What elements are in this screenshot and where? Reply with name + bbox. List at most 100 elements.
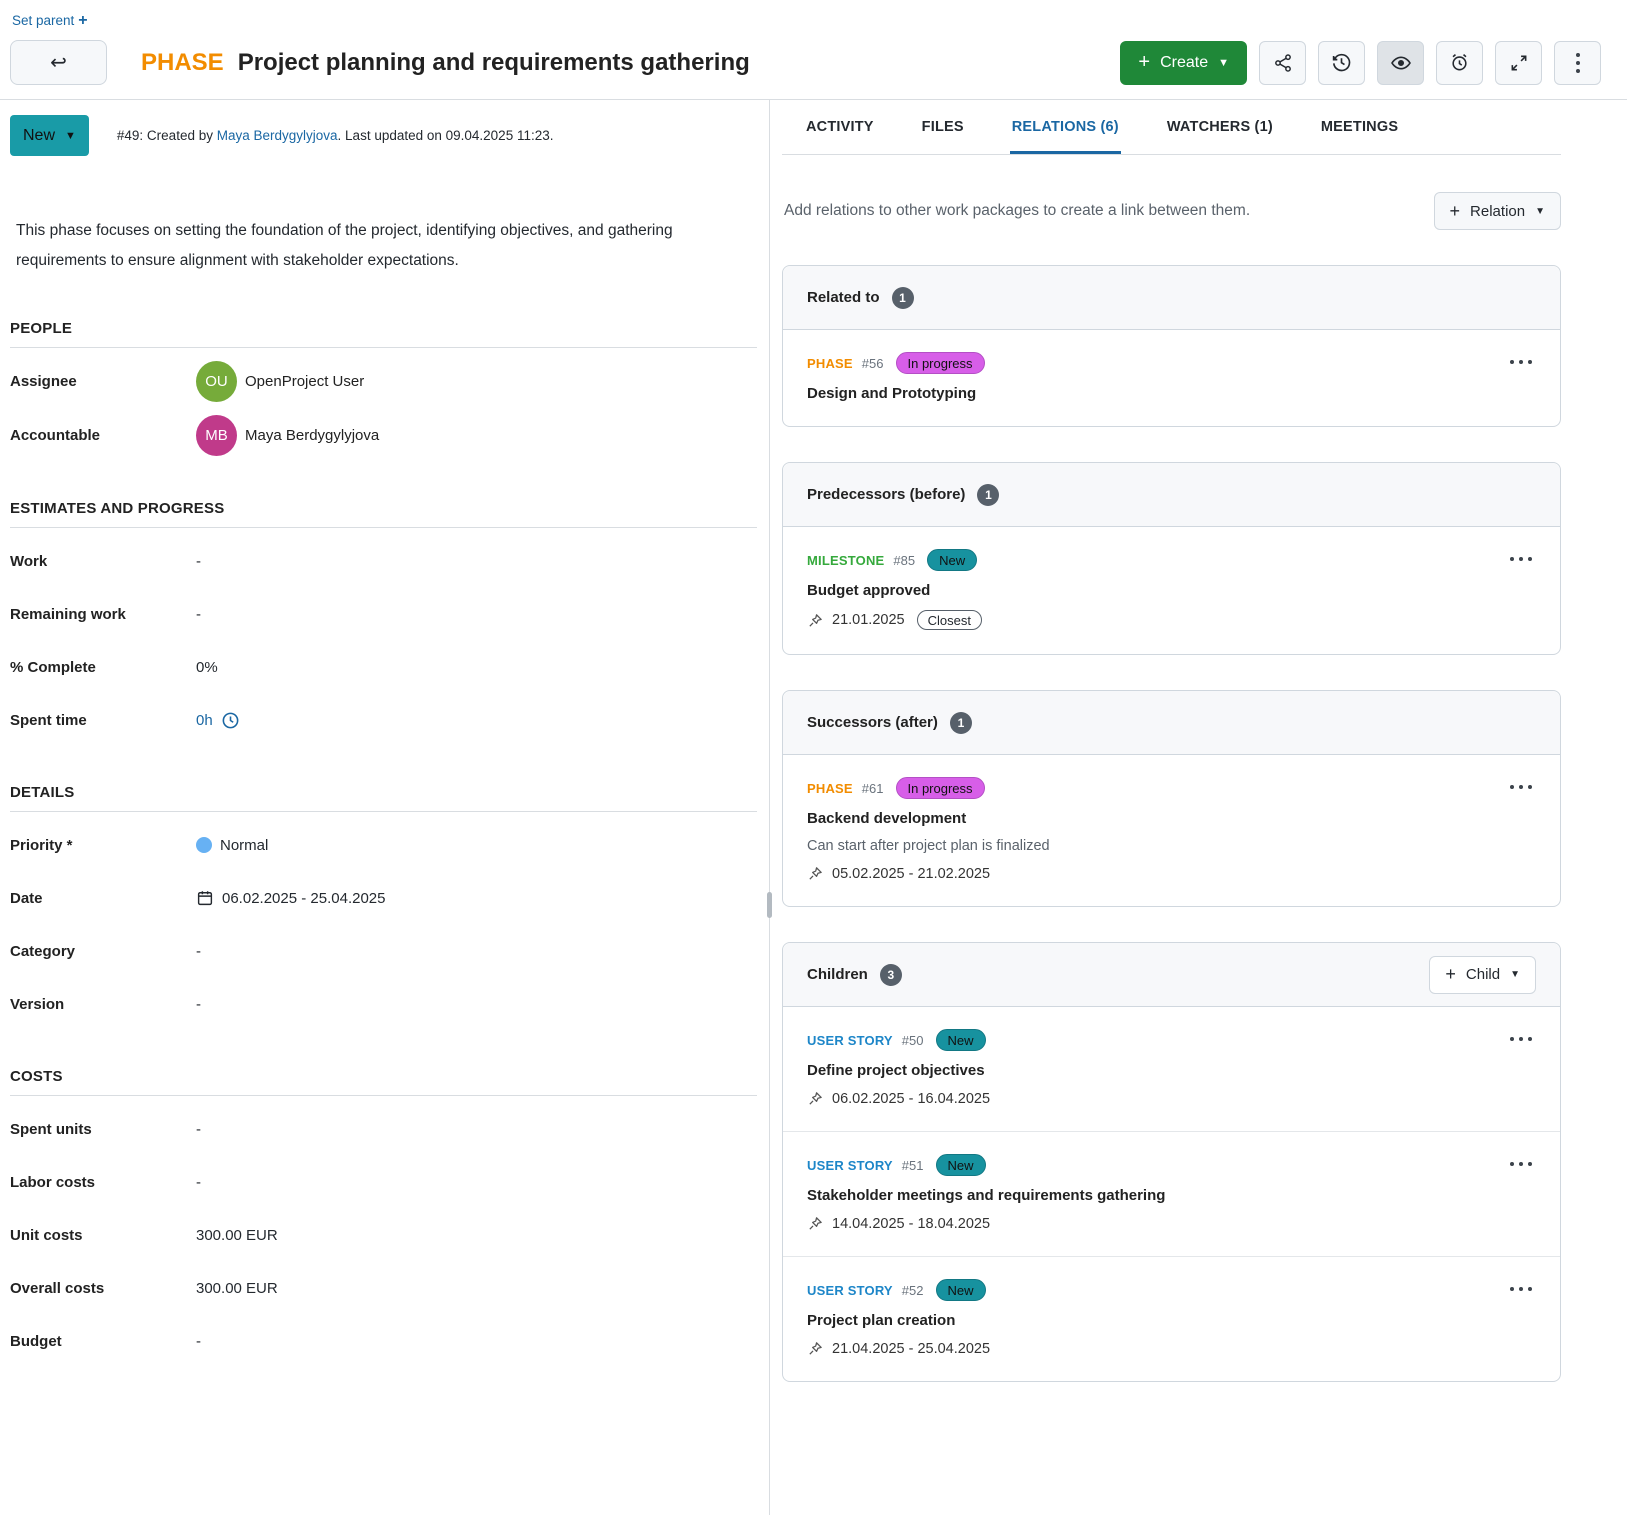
plus-icon: +	[1445, 964, 1456, 985]
closest-badge: Closest	[917, 610, 982, 630]
description-field[interactable]: This phase focuses on setting the founda…	[16, 216, 732, 276]
labor-costs-field[interactable]: -	[196, 1174, 201, 1191]
accountable-name[interactable]: Maya Berdygylyjova	[245, 427, 379, 444]
more-actions-button[interactable]	[1554, 41, 1601, 85]
remaining-work-field[interactable]: -	[196, 606, 201, 623]
work-package-type[interactable]: PHASE	[141, 49, 224, 77]
budget-field[interactable]: -	[196, 1333, 201, 1350]
work-package-type: USER STORY	[807, 1158, 893, 1173]
budget-label: Budget	[10, 1333, 196, 1350]
page-title[interactable]: Project planning and requirements gather…	[238, 49, 750, 77]
category-field[interactable]: -	[196, 943, 201, 960]
log-time-clock-icon[interactable]	[221, 711, 240, 730]
work-package-type: PHASE	[807, 356, 853, 371]
resize-handle[interactable]	[767, 892, 772, 918]
unit-costs-label: Unit costs	[10, 1227, 196, 1244]
priority-value: Normal	[220, 837, 268, 854]
spent-units-field[interactable]: -	[196, 1121, 201, 1138]
version-field[interactable]: -	[196, 996, 201, 1013]
tab-meetings[interactable]: MEETINGS	[1319, 100, 1400, 154]
tab-activity[interactable]: ACTIVITY	[804, 100, 876, 154]
work-package-title-link[interactable]: Budget approved	[807, 582, 1500, 599]
relation-note: Can start after project plan is finalize…	[807, 838, 1500, 854]
people-heading: PEOPLE	[10, 320, 757, 348]
kebab-horizontal-icon	[1510, 557, 1532, 561]
estimates-section: ESTIMATES AND PROGRESS Work - Remaining …	[10, 500, 757, 740]
set-parent-label: Set parent	[12, 13, 74, 28]
details-section: DETAILS Priority * Normal Date	[10, 784, 757, 1024]
work-package-id: #50	[902, 1033, 924, 1048]
item-menu-button[interactable]	[1508, 551, 1534, 567]
add-child-label: Child	[1466, 966, 1500, 983]
fullscreen-button[interactable]	[1495, 41, 1542, 85]
relation-dates: 14.04.2025 - 18.04.2025	[832, 1216, 990, 1232]
unit-costs-field[interactable]: 300.00 EUR	[196, 1227, 278, 1244]
work-package-title-link[interactable]: Design and Prototyping	[807, 385, 1500, 402]
work-package-id: #51	[902, 1158, 924, 1173]
header-actions: + Create ▼	[1120, 41, 1601, 85]
pin-icon	[807, 1215, 824, 1232]
assignee-label: Assignee	[10, 373, 196, 390]
accountable-field[interactable]: MB Maya Berdygylyjova	[196, 415, 379, 456]
item-menu-button[interactable]	[1508, 354, 1534, 370]
assignee-field[interactable]: OU OpenProject User	[196, 361, 364, 402]
plus-icon: +	[1450, 201, 1461, 222]
work-package-title-link[interactable]: Project plan creation	[807, 1312, 1500, 1329]
group-title: Related to	[807, 289, 880, 306]
watch-button[interactable]	[1377, 41, 1424, 85]
relation-dates: 21.04.2025 - 25.04.2025	[832, 1341, 990, 1357]
item-menu-button[interactable]	[1508, 1156, 1534, 1172]
spent-time-link[interactable]: 0h	[196, 712, 213, 729]
work-package-header: ↩ PHASE Project planning and requirement…	[0, 30, 1627, 99]
back-button[interactable]: ↩	[10, 40, 107, 85]
assignee-name[interactable]: OpenProject User	[245, 373, 364, 390]
chevron-down-icon: ▼	[1535, 206, 1545, 217]
item-menu-button[interactable]	[1508, 1281, 1534, 1297]
priority-field[interactable]: Normal	[196, 837, 268, 854]
child-work-package: USER STORY #50 New Define project object…	[783, 1007, 1560, 1131]
status-badge: In progress	[896, 777, 985, 799]
pin-icon	[807, 1340, 824, 1357]
plus-icon: +	[78, 13, 87, 29]
work-package-title-link[interactable]: Define project objectives	[807, 1062, 1500, 1079]
relation-group-related: Related to 1 PHASE #56 In progress Desig…	[782, 265, 1561, 427]
date-field[interactable]: 06.02.2025 - 25.04.2025	[196, 889, 385, 907]
spent-time-field: 0h	[196, 711, 240, 730]
kebab-vertical-icon	[1576, 53, 1580, 73]
count-badge: 3	[880, 964, 902, 986]
tab-watchers[interactable]: WATCHERS (1)	[1165, 100, 1275, 154]
percent-complete-field[interactable]: 0%	[196, 659, 218, 676]
reminder-button[interactable]	[1436, 41, 1483, 85]
work-package-type: USER STORY	[807, 1283, 893, 1298]
add-relation-button[interactable]: + Relation ▼	[1434, 192, 1561, 230]
tab-relations[interactable]: RELATIONS (6)	[1010, 100, 1121, 154]
author-link[interactable]: Maya Berdygylyjova	[217, 128, 338, 143]
chevron-down-icon: ▼	[65, 130, 76, 142]
chevron-down-icon: ▼	[1218, 57, 1229, 69]
status-label: New	[23, 127, 55, 145]
create-label: Create	[1160, 54, 1208, 72]
category-label: Category	[10, 943, 196, 960]
status-dropdown-button[interactable]: New ▼	[10, 115, 89, 156]
work-package-title-link[interactable]: Stakeholder meetings and requirements ga…	[807, 1187, 1500, 1204]
group-title: Predecessors (before)	[807, 486, 965, 503]
fullscreen-icon	[1509, 53, 1529, 73]
create-button[interactable]: + Create ▼	[1120, 41, 1247, 85]
eye-icon	[1390, 52, 1412, 74]
labor-costs-label: Labor costs	[10, 1174, 196, 1191]
share-icon	[1273, 53, 1293, 73]
add-child-button[interactable]: + Child ▼	[1429, 956, 1536, 994]
set-parent-link[interactable]: Set parent +	[12, 13, 88, 29]
work-package-title-link[interactable]: Backend development	[807, 810, 1500, 827]
tab-files[interactable]: FILES	[920, 100, 966, 154]
share-button[interactable]	[1259, 41, 1306, 85]
item-menu-button[interactable]	[1508, 1031, 1534, 1047]
work-package-id: #61	[862, 781, 884, 796]
kebab-horizontal-icon	[1510, 1287, 1532, 1291]
overall-costs-field[interactable]: 300.00 EUR	[196, 1280, 278, 1297]
meta-suffix: . Last updated on 09.04.2025 11:23.	[338, 128, 554, 143]
relation-group-predecessors: Predecessors (before) 1 MILESTONE #85 Ne…	[782, 462, 1561, 655]
history-button[interactable]	[1318, 41, 1365, 85]
item-menu-button[interactable]	[1508, 779, 1534, 795]
work-field[interactable]: -	[196, 553, 201, 570]
